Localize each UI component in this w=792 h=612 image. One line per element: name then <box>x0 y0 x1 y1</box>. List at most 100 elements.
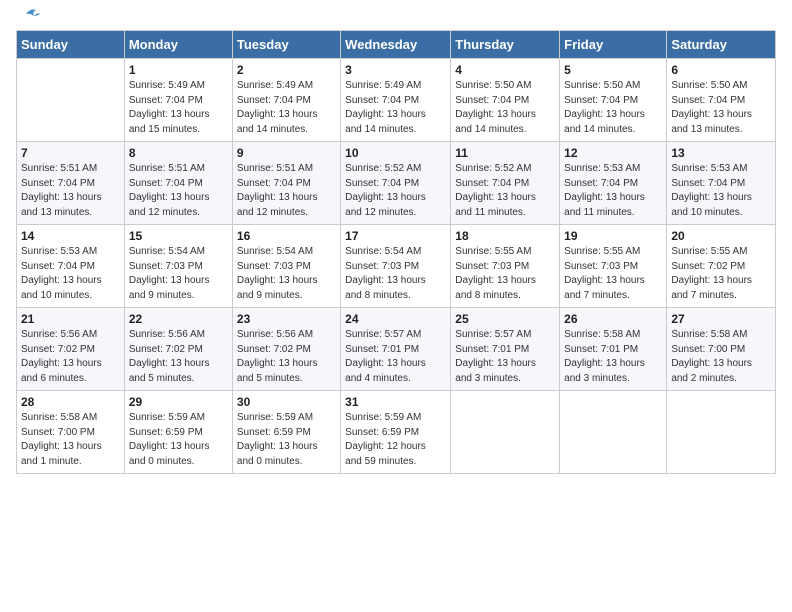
day-number: 14 <box>21 229 120 243</box>
day-info: Sunrise: 5:56 AM Sunset: 7:02 PM Dayligh… <box>129 328 228 386</box>
col-header-thursday: Thursday <box>451 31 560 59</box>
calendar-cell <box>667 391 776 474</box>
day-info: Sunrise: 5:50 AM Sunset: 7:04 PM Dayligh… <box>671 79 771 137</box>
day-number: 12 <box>564 146 662 160</box>
calendar-cell <box>560 391 667 474</box>
day-info: Sunrise: 5:56 AM Sunset: 7:02 PM Dayligh… <box>237 328 336 386</box>
col-header-sunday: Sunday <box>17 31 125 59</box>
calendar-cell: 14 Sunrise: 5:53 AM Sunset: 7:04 PM Dayli… <box>17 225 125 308</box>
calendar-cell: 21 Sunrise: 5:56 AM Sunset: 7:02 PM Dayli… <box>17 308 125 391</box>
calendar-cell: 22 Sunrise: 5:56 AM Sunset: 7:02 PM Dayli… <box>124 308 232 391</box>
day-info: Sunrise: 5:58 AM Sunset: 7:01 PM Dayligh… <box>564 328 662 386</box>
logo <box>16 16 40 22</box>
week-row-2: 7 Sunrise: 5:51 AM Sunset: 7:04 PM Daylig… <box>17 142 776 225</box>
day-number: 10 <box>345 146 446 160</box>
day-number: 17 <box>345 229 446 243</box>
day-number: 22 <box>129 312 228 326</box>
day-info: Sunrise: 5:49 AM Sunset: 7:04 PM Dayligh… <box>129 79 228 137</box>
logo-bird-icon <box>18 6 40 22</box>
calendar-cell: 10 Sunrise: 5:52 AM Sunset: 7:04 PM Dayli… <box>341 142 451 225</box>
day-info: Sunrise: 5:54 AM Sunset: 7:03 PM Dayligh… <box>345 245 446 303</box>
day-info: Sunrise: 5:56 AM Sunset: 7:02 PM Dayligh… <box>21 328 120 386</box>
calendar-cell: 3Sunrise: 5:49 AM Sunset: 7:04 PM Daylig… <box>341 59 451 142</box>
col-header-wednesday: Wednesday <box>341 31 451 59</box>
day-info: Sunrise: 5:49 AM Sunset: 7:04 PM Dayligh… <box>237 79 336 137</box>
calendar-cell: 23 Sunrise: 5:56 AM Sunset: 7:02 PM Dayli… <box>232 308 340 391</box>
day-info: Sunrise: 5:59 AM Sunset: 6:59 PM Dayligh… <box>345 411 446 469</box>
col-header-monday: Monday <box>124 31 232 59</box>
day-info: Sunrise: 5:55 AM Sunset: 7:03 PM Dayligh… <box>564 245 662 303</box>
week-row-4: 21 Sunrise: 5:56 AM Sunset: 7:02 PM Dayli… <box>17 308 776 391</box>
calendar-cell: 4Sunrise: 5:50 AM Sunset: 7:04 PM Daylig… <box>451 59 560 142</box>
day-info: Sunrise: 5:57 AM Sunset: 7:01 PM Dayligh… <box>345 328 446 386</box>
day-info: Sunrise: 5:58 AM Sunset: 7:00 PM Dayligh… <box>21 411 120 469</box>
day-number: 2 <box>237 63 336 77</box>
day-number: 15 <box>129 229 228 243</box>
calendar-table: SundayMondayTuesdayWednesdayThursdayFrid… <box>16 30 776 474</box>
week-row-3: 14 Sunrise: 5:53 AM Sunset: 7:04 PM Dayli… <box>17 225 776 308</box>
col-header-saturday: Saturday <box>667 31 776 59</box>
day-info: Sunrise: 5:51 AM Sunset: 7:04 PM Dayligh… <box>129 162 228 220</box>
day-info: Sunrise: 5:54 AM Sunset: 7:03 PM Dayligh… <box>237 245 336 303</box>
calendar-cell: 27 Sunrise: 5:58 AM Sunset: 7:00 PM Dayli… <box>667 308 776 391</box>
calendar-cell: 16 Sunrise: 5:54 AM Sunset: 7:03 PM Dayli… <box>232 225 340 308</box>
day-number: 29 <box>129 395 228 409</box>
week-row-1: 1 Sunrise: 5:49 AM Sunset: 7:04 PM Daylig… <box>17 59 776 142</box>
day-number: 8 <box>129 146 228 160</box>
day-info: Sunrise: 5:59 AM Sunset: 6:59 PM Dayligh… <box>237 411 336 469</box>
col-header-friday: Friday <box>560 31 667 59</box>
day-number: 1 <box>129 63 228 77</box>
day-number: 9 <box>237 146 336 160</box>
day-number: 31 <box>345 395 446 409</box>
calendar-cell: 1 Sunrise: 5:49 AM Sunset: 7:04 PM Daylig… <box>124 59 232 142</box>
day-info: Sunrise: 5:53 AM Sunset: 7:04 PM Dayligh… <box>671 162 771 220</box>
calendar-cell: 6 Sunrise: 5:50 AM Sunset: 7:04 PM Daylig… <box>667 59 776 142</box>
day-info: Sunrise: 5:53 AM Sunset: 7:04 PM Dayligh… <box>21 245 120 303</box>
day-info: Sunrise: 5:50 AM Sunset: 7:04 PM Dayligh… <box>564 79 662 137</box>
calendar-cell: 13 Sunrise: 5:53 AM Sunset: 7:04 PM Dayli… <box>667 142 776 225</box>
calendar-cell: 18Sunrise: 5:55 AM Sunset: 7:03 PM Dayli… <box>451 225 560 308</box>
calendar-cell: 20 Sunrise: 5:55 AM Sunset: 7:02 PM Dayli… <box>667 225 776 308</box>
day-number: 7 <box>21 146 120 160</box>
day-number: 6 <box>671 63 771 77</box>
day-number: 28 <box>21 395 120 409</box>
day-info: Sunrise: 5:53 AM Sunset: 7:04 PM Dayligh… <box>564 162 662 220</box>
day-number: 25 <box>455 312 555 326</box>
calendar-cell: 29 Sunrise: 5:59 AM Sunset: 6:59 PM Dayli… <box>124 391 232 474</box>
day-number: 20 <box>671 229 771 243</box>
day-info: Sunrise: 5:55 AM Sunset: 7:02 PM Dayligh… <box>671 245 771 303</box>
calendar-header-row: SundayMondayTuesdayWednesdayThursdayFrid… <box>17 31 776 59</box>
day-number: 11 <box>455 146 555 160</box>
calendar-cell: 24Sunrise: 5:57 AM Sunset: 7:01 PM Dayli… <box>341 308 451 391</box>
calendar-cell: 9 Sunrise: 5:51 AM Sunset: 7:04 PM Daylig… <box>232 142 340 225</box>
day-info: Sunrise: 5:54 AM Sunset: 7:03 PM Dayligh… <box>129 245 228 303</box>
day-number: 27 <box>671 312 771 326</box>
day-number: 3 <box>345 63 446 77</box>
calendar-cell: 28 Sunrise: 5:58 AM Sunset: 7:00 PM Dayli… <box>17 391 125 474</box>
calendar-cell: 31 Sunrise: 5:59 AM Sunset: 6:59 PM Dayli… <box>341 391 451 474</box>
day-info: Sunrise: 5:52 AM Sunset: 7:04 PM Dayligh… <box>455 162 555 220</box>
day-number: 19 <box>564 229 662 243</box>
calendar-cell <box>17 59 125 142</box>
day-info: Sunrise: 5:51 AM Sunset: 7:04 PM Dayligh… <box>21 162 120 220</box>
calendar-cell: 30 Sunrise: 5:59 AM Sunset: 6:59 PM Dayli… <box>232 391 340 474</box>
calendar-cell: 12 Sunrise: 5:53 AM Sunset: 7:04 PM Dayli… <box>560 142 667 225</box>
calendar-cell <box>451 391 560 474</box>
calendar-cell: 5Sunrise: 5:50 AM Sunset: 7:04 PM Daylig… <box>560 59 667 142</box>
day-number: 13 <box>671 146 771 160</box>
calendar-cell: 26Sunrise: 5:58 AM Sunset: 7:01 PM Dayli… <box>560 308 667 391</box>
day-number: 30 <box>237 395 336 409</box>
day-number: 23 <box>237 312 336 326</box>
day-number: 4 <box>455 63 555 77</box>
day-info: Sunrise: 5:57 AM Sunset: 7:01 PM Dayligh… <box>455 328 555 386</box>
day-info: Sunrise: 5:58 AM Sunset: 7:00 PM Dayligh… <box>671 328 771 386</box>
day-info: Sunrise: 5:59 AM Sunset: 6:59 PM Dayligh… <box>129 411 228 469</box>
calendar-cell: 17 Sunrise: 5:54 AM Sunset: 7:03 PM Dayli… <box>341 225 451 308</box>
week-row-5: 28 Sunrise: 5:58 AM Sunset: 7:00 PM Dayli… <box>17 391 776 474</box>
day-info: Sunrise: 5:52 AM Sunset: 7:04 PM Dayligh… <box>345 162 446 220</box>
col-header-tuesday: Tuesday <box>232 31 340 59</box>
calendar-cell: 11 Sunrise: 5:52 AM Sunset: 7:04 PM Dayli… <box>451 142 560 225</box>
day-info: Sunrise: 5:51 AM Sunset: 7:04 PM Dayligh… <box>237 162 336 220</box>
day-number: 21 <box>21 312 120 326</box>
day-number: 16 <box>237 229 336 243</box>
